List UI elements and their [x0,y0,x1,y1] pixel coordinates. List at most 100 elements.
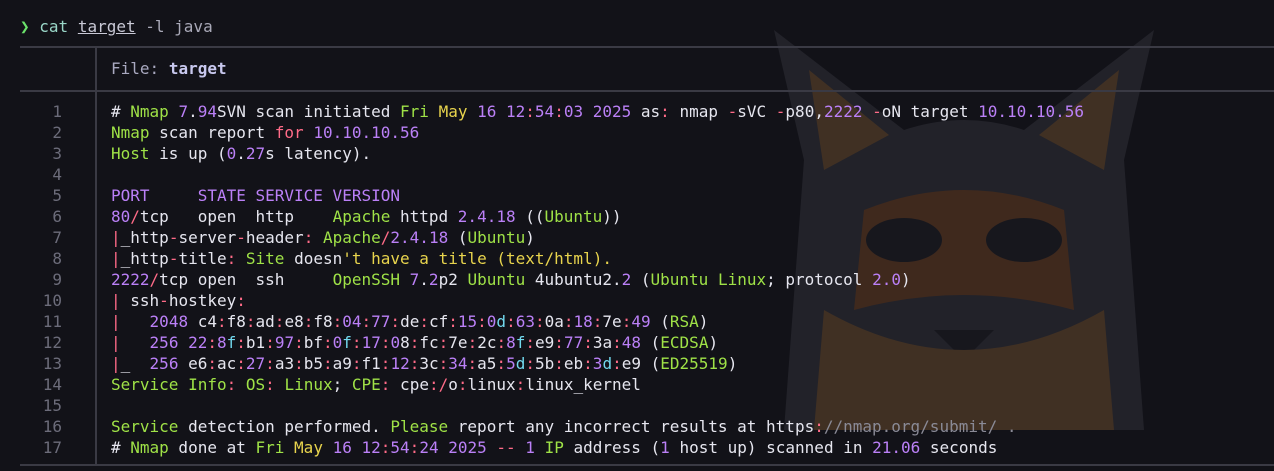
code-token: : [409,333,420,352]
code-token: 04 [342,312,362,331]
code-token: b1 [245,333,266,352]
code-token: : [226,249,237,268]
code-token: cf [428,312,449,331]
code-token: CPE [351,375,381,394]
code-token: : [361,312,372,331]
code-token: ( [650,312,670,331]
code-token: tcp open ssh [159,270,333,289]
code-token: 8 [217,333,227,352]
code-token: - [775,102,786,121]
code-token: hostkey [168,291,237,310]
code-token: : [323,333,333,352]
code-token: | [111,228,121,247]
code-token: ad [255,312,275,331]
line-number: 8 [52,249,62,268]
code-token: 3c [419,354,439,373]
code-token: 03 [563,102,584,121]
code-token: Nmap [130,438,169,457]
code-token: _http [120,249,169,268]
code-token: : [525,354,535,373]
code-token: for [274,123,304,142]
code-token: 2.0 [872,270,901,289]
code-token: Ubuntu [467,228,526,247]
code-token: RSA [669,312,699,331]
code-token: SVN scan initiated [216,102,401,121]
code-token: -- [496,438,516,457]
code-line: | ssh-hostkey: [111,290,1084,311]
code-token: linux_kernel [525,375,641,394]
code-token: detection performed. [178,417,391,436]
code-token: : [583,354,593,373]
code-token: ECDSA [660,333,709,352]
code-token: - [727,102,738,121]
code-token: : [592,312,603,331]
code-token: . [419,270,429,289]
code-token: as [631,102,661,121]
code-token: : [525,102,535,121]
code-line: 2222/tcp open ssh OpenSSH 7.2p2 Ubuntu 4… [111,269,1084,290]
code-token: : [496,354,507,373]
code-token: | [111,312,121,331]
code-token: 2048 [149,312,189,331]
code-token: # [111,438,131,457]
code-token: c4 [188,312,217,331]
command-name: cat [39,17,69,36]
code-token: : [265,333,275,352]
code-token: 0 [390,333,401,352]
line-number: 16 [42,417,62,436]
code-token: - [168,228,179,247]
code-token: IP [544,438,564,457]
code-token: 94 [197,102,217,121]
code-token: b5 [303,354,323,373]
code-token: : [236,291,246,310]
code-token: Fri [400,102,429,121]
code-token: Ubuntu [650,270,709,289]
code-token: 2 [428,270,439,289]
code-token: : [226,375,237,394]
code-line: 80/tcp open http Apache httpd 2.4.18 ((U… [111,206,1084,227]
code-token: e6 [178,354,208,373]
code-token: May [294,438,323,457]
code-token: / [380,228,391,247]
code-token: ( [640,354,661,373]
code-token: : [612,354,622,373]
code-token: 2.4.18 [457,207,516,226]
code-token: 2025 [448,438,487,457]
code-token: p2 [438,270,468,289]
code-token: header [245,228,304,247]
code-token: 0a [544,312,564,331]
code-token: . [188,102,198,121]
code-token: : [265,354,275,373]
code-token: 256 [149,354,179,373]
code-token: title [178,249,227,268]
code-token: doesn [284,249,343,268]
code-token: / [149,270,160,289]
code-token: Nmap [130,102,169,121]
code-token: : [814,417,824,436]
line-number: 14 [42,375,62,394]
code-token: ; protocol [766,270,873,289]
code-token: : [467,354,478,373]
code-token: ( [631,270,651,289]
code-token: : [265,375,275,394]
code-token: : [409,354,420,373]
code-token: 48 [621,333,642,352]
code-token: : [390,312,401,331]
code-token: oN target [881,102,979,121]
code-token: 2.4.18 [390,228,449,247]
code-token: Service [111,375,179,394]
command-file-arg[interactable]: target [78,17,136,36]
code-token: 4ubuntu2. [525,270,622,289]
code-token: 27 [245,354,266,373]
code-token: ) [698,312,709,331]
code-token: : [496,333,507,352]
code-token: - [872,102,882,121]
